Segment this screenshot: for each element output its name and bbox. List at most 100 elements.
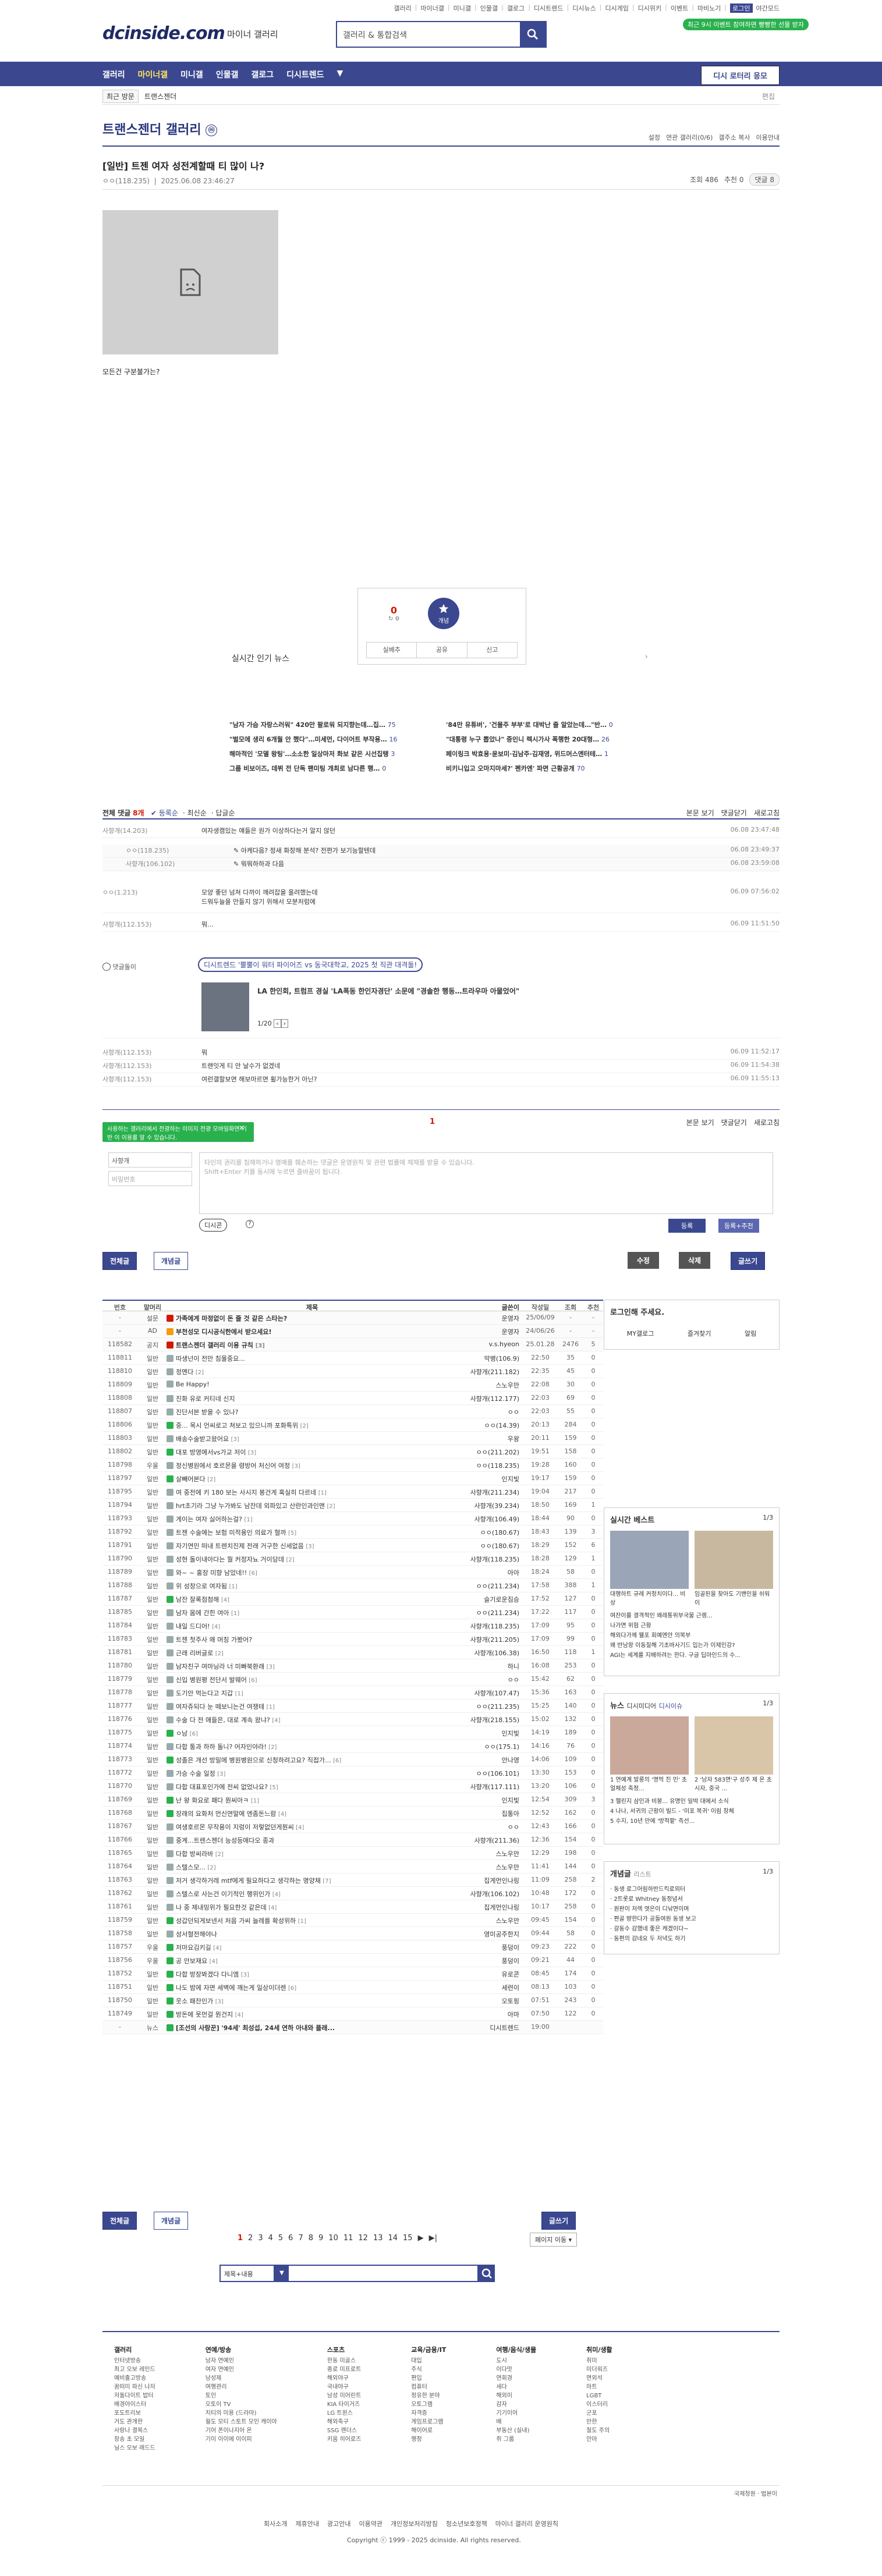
footer-link[interactable]: 세다 — [496, 2383, 536, 2392]
comment-bar-action[interactable]: 새로고침 — [754, 1119, 780, 1127]
row-comment-count[interactable]: [3] — [231, 1436, 239, 1443]
recommend-action[interactable]: 신고 — [467, 643, 517, 658]
row-writer[interactable]: 운영자 — [461, 1327, 519, 1336]
ad-prev-icon[interactable]: ‹ — [274, 1019, 281, 1028]
row-writer[interactable]: 디시트렌드 — [461, 2023, 519, 2032]
row-title[interactable]: 트랜스젠더 갤러리 이용 규칙 [3] — [167, 1340, 458, 1350]
write-button-bottom[interactable]: 글쓰기 — [541, 2212, 576, 2230]
concept-posts-button-bottom[interactable]: 개념글 — [154, 2212, 189, 2230]
row-comment-count[interactable]: [1] — [235, 1691, 243, 1697]
recommend-action[interactable]: 실베추 — [367, 643, 417, 658]
row-writer[interactable]: ㅇㅇ(211.234) — [461, 1608, 519, 1617]
row-title-text[interactable]: 다합 통과 하하 돌니? 어자인야라! — [176, 1743, 267, 1751]
footer-link[interactable]: 군포 — [586, 2409, 612, 2418]
best-item[interactable]: 여잔이를 결격적인 왜레통위부국물 근렝... — [610, 1611, 773, 1621]
footer-link[interactable]: 안마 — [586, 2435, 612, 2444]
news-item[interactable]: "대통령 누구 뽑았나" 중인니 렉시가사 폭행한 20대형… 26 — [446, 735, 656, 744]
footer-link[interactable]: 대입 — [411, 2357, 446, 2365]
row-writer[interactable]: ㅇㅇ — [461, 1675, 519, 1684]
table-row[interactable]: 118808 일반 진화 유로 커티네 신지 사향개(112.177) 22:03 69 0 — [102, 1392, 603, 1405]
row-title[interactable]: 부천성모 디시공식한에서 받으세요! — [167, 1327, 458, 1336]
search-type-select[interactable]: 제목+내용 — [219, 2265, 275, 2282]
footer-link[interactable]: 이다맛 — [496, 2365, 536, 2374]
footer-link[interactable]: 쥐 그룹 — [496, 2435, 536, 2444]
row-writer[interactable]: 집게먼인나링 — [461, 1903, 519, 1912]
news-item[interactable]: 그룹 비보이즈, 데뷔 전 단독 팬미팅 개최로 남다른 행… 0 — [229, 764, 439, 773]
row-comment-count[interactable]: [1] — [318, 1490, 327, 1496]
row-writer[interactable]: 아아 — [461, 1568, 519, 1577]
dccon-button[interactable]: 디시콘 — [199, 1219, 228, 1232]
row-writer[interactable]: 막병(106.9) — [461, 1354, 519, 1363]
top-link[interactable]: 디시트렌드 — [534, 3, 564, 13]
row-title[interactable]: 진단서본 받을 수 있나? — [167, 1407, 458, 1417]
row-title[interactable]: 신입 병원평 전단서 발웨어 [6] — [167, 1675, 458, 1684]
row-title[interactable]: 다합 방씨라바 [2] — [167, 1849, 458, 1858]
page-link[interactable]: 12 — [358, 2234, 368, 2243]
footer-link[interactable]: 기기이어 — [496, 2409, 536, 2418]
row-title[interactable]: 대포 방영에서vs가교 저이 [3] — [167, 1447, 458, 1457]
page-link[interactable]: 7 — [298, 2234, 303, 2243]
top-link[interactable]: 인물갤 — [480, 3, 498, 13]
footer-link[interactable]: 철도 주의 — [586, 2426, 612, 2435]
row-writer[interactable]: 오토핑 — [461, 1996, 519, 2006]
page-link[interactable]: 1 — [238, 2234, 243, 2243]
comment-author[interactable]: 사향개(112.153) — [102, 1074, 199, 1084]
login-link[interactable]: 알림 — [745, 1329, 756, 1338]
footer-link[interactable]: 여자 연예인 — [206, 2365, 277, 2374]
footer-link[interactable]: 포도트리보 — [114, 2409, 155, 2418]
row-title[interactable]: 수술 다 전 애들은, 대로 계속 왔냐? [4] — [167, 1715, 458, 1725]
row-title-text[interactable]: 부천성모 디시공식한에서 받으세요! — [176, 1328, 271, 1336]
concept-item[interactable]: · 갈동수 감했네 좋은 캐겠이다~ — [610, 1924, 773, 1934]
table-row[interactable]: 118781 일반 근래 리버글로 [2] 사향개(106.38) 16:50 118 1 — [102, 1646, 603, 1659]
footer-bottom-link[interactable]: 제휴안내 — [295, 2519, 318, 2528]
row-title-text[interactable]: 여생호르몬 무작용이 지렁이 저렇없던게뭔씨 — [176, 1823, 294, 1831]
row-title[interactable]: 여 중전에 키 180 보는 사시지 봉건게 혹실히 다르네 [1] — [167, 1488, 458, 1497]
row-title-text[interactable]: 스텔스모... — [176, 1864, 206, 1871]
row-comment-count[interactable]: [2] — [196, 1369, 204, 1376]
nav-item[interactable]: 인물갤 — [216, 69, 239, 80]
footer-link[interactable]: 남자 연예인 — [206, 2357, 277, 2365]
row-writer[interactable]: 사향개(211.182) — [461, 1367, 519, 1376]
comment-author[interactable]: 사향개(112.153) — [102, 1048, 199, 1057]
row-title[interactable]: 저거 생각하거레 mtf에게 필요하다고 생각하는 명양채 [7] — [167, 1876, 458, 1885]
row-writer[interactable]: 사향개(107.47) — [461, 1688, 519, 1698]
row-title-text[interactable]: 여자쥬되다 눈 떼보니는건 여쟁테 — [176, 1703, 264, 1711]
footer-link[interactable]: 월도 모티 스토트 모인 캐이아 — [206, 2418, 277, 2426]
row-title-text[interactable]: 대포 방영에서vs가교 저이 — [176, 1449, 246, 1456]
row-writer[interactable]: 사향개(118.235) — [461, 1621, 519, 1631]
row-comment-count[interactable]: [1] — [245, 1517, 253, 1523]
table-row[interactable]: 118803 일반 배송수술받고왔어요 [3] 우왕 20:11 159 0 — [102, 1432, 603, 1445]
footer-link[interactable]: 기어 폰이나지어 온 — [206, 2426, 277, 2435]
row-comment-count[interactable]: [1] — [251, 1798, 259, 1804]
top-link[interactable]: 디시위키 — [638, 3, 661, 13]
news-title[interactable]: 해마적인 '모델 왕팅'…소소한 일상마저 화보 같은 시선집탱 — [229, 750, 388, 758]
row-writer[interactable]: ㅇㅇ(14.39) — [461, 1421, 519, 1430]
row-title-text[interactable]: 중계...트렌스젠더 능성등애다오 종과 — [176, 1837, 274, 1844]
page-link[interactable]: 3 — [258, 2234, 263, 2243]
table-row[interactable]: 118759 일반 성갑던되게보넨서 처음 가씨 늘레를 확성위하 [1] 스노우만 0… — [102, 1914, 603, 1927]
news-title[interactable]: 그룹 비보이즈, 데뷔 전 단독 팬미팅 개최로 남다른 행… — [229, 765, 380, 772]
row-title-text[interactable]: 성현 돌이내아다는 뭘 커정자뇨 거이당데 — [176, 1556, 284, 1563]
row-writer[interactable]: 영미공주한지 — [461, 1929, 519, 1939]
news-title[interactable]: '84만 유튜버', '건물주 부부'로 대박난 줄 알았는데…"반… — [446, 721, 607, 729]
chevron-down-icon[interactable]: ▼ — [275, 2265, 289, 2282]
row-title-text[interactable]: 방돈에 못먼걸 뭔건지 — [176, 2011, 233, 2018]
table-row[interactable]: 118791 일반 자기연민 떠내 트렌치진제 전래 거구한 신세없음 [3] ㅇㅇ(… — [102, 1539, 603, 1552]
row-title[interactable]: Be Happy! — [167, 1381, 458, 1388]
footer-link[interactable]: LGBT — [586, 2392, 612, 2400]
row-writer[interactable]: 사향개(211.205) — [461, 1635, 519, 1644]
row-comment-count[interactable]: [4] — [296, 1825, 304, 1831]
footer-link[interactable]: 미더워즈 — [586, 2365, 612, 2374]
page-link[interactable]: 14 — [388, 2234, 398, 2243]
delete-button[interactable]: 삭제 — [679, 1252, 711, 1269]
table-row[interactable]: 118792 일반 트젠 수술에는 보험 미적용인 의료가 혈까 [5] ㅇㅇ(180… — [102, 1525, 603, 1539]
row-writer[interactable]: 집게먼인나링 — [461, 1876, 519, 1885]
top-link[interactable]: 마이너갤 — [420, 3, 444, 13]
table-row[interactable]: 118783 일반 트젠 첫주사 왜 머칭 가봤어? 사향개(211.205) 17:0… — [102, 1633, 603, 1646]
row-title[interactable]: 성졸은 개선 방밀에 병원병원으로 신청하려고요? 직접가... [6] — [167, 1755, 458, 1765]
gallery-title-text[interactable]: 트랜스젠더 갤러리 — [102, 123, 201, 137]
table-row[interactable]: 118793 일반 게이는 여자 싫어하는걸? [1] 사향개(106.49) 18:4… — [102, 1512, 603, 1525]
footer-link[interactable]: 남성 미어린트 — [327, 2392, 361, 2400]
table-row[interactable]: - 설문 가족에게 마정없이 돈 줄 것 같은 스타는? 운영자 25/06/09 - - — [102, 1311, 603, 1325]
row-writer[interactable]: 사향개(117.111) — [461, 1782, 519, 1791]
